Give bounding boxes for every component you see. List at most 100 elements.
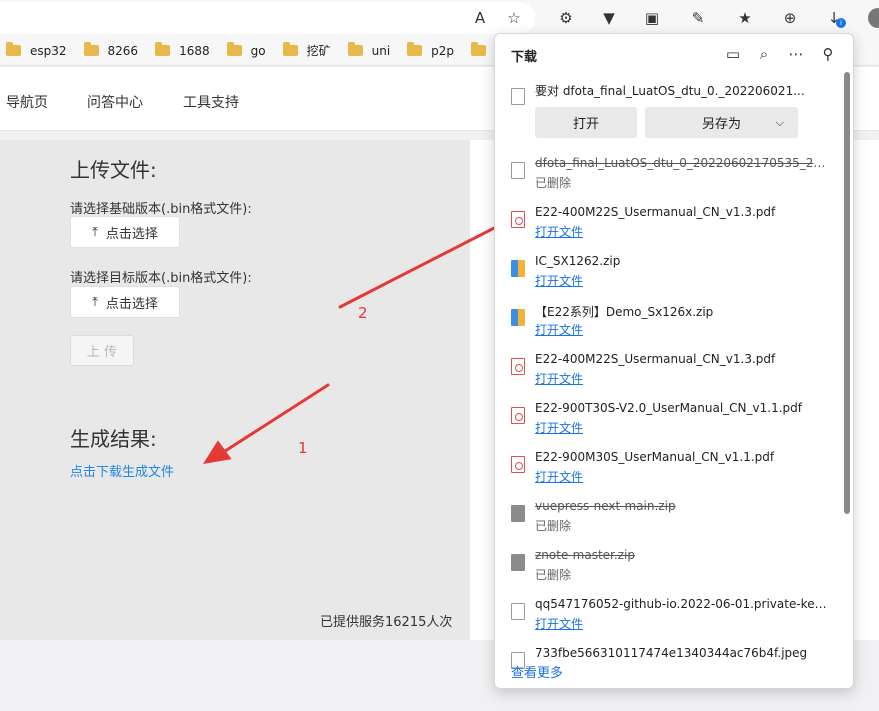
download-prompt-name: 要对 dfota_final_LuatOS_dtu_0._202206021..… [535, 84, 805, 98]
download-item-name: 733fbe566310117474e1340344ac76b4f.jpeg [535, 646, 808, 660]
download-item-name: E22-400M22S_Usermanual_CN_v1.3.pdf [535, 205, 776, 219]
bookmark-label: 8266 [107, 43, 139, 58]
read-aloud-icon[interactable]: A [470, 8, 490, 28]
folder-icon [471, 42, 487, 56]
upload-icon: ⤒ [92, 294, 98, 310]
file-icon [511, 88, 525, 105]
annotation-number-1: 1 [298, 439, 308, 457]
bookmark-label: p2p [431, 43, 455, 58]
download-item[interactable]: znote-master.zip 已删除 [495, 542, 840, 588]
download-item[interactable]: E22-400M22S_Usermanual_CN_v1.3.pdf 打开文件 [495, 199, 840, 245]
bookmark-item[interactable]: 1688 [155, 42, 210, 58]
open-file-link[interactable]: 打开文件 [535, 370, 583, 387]
download-item[interactable]: E22-900T30S-V2.0_UserManual_CN_v1.1.pdf 打… [495, 395, 840, 441]
see-more-link[interactable]: 查看更多 [511, 662, 563, 681]
select-base-label: 点击选择 [105, 226, 158, 242]
pin-icon[interactable]: ⚲ [818, 44, 838, 64]
favorite-add-icon[interactable]: ☆ [504, 8, 524, 28]
open-file-link[interactable]: 打开文件 [535, 468, 583, 485]
file-icon [511, 603, 525, 620]
archive-icon [511, 505, 525, 522]
folder-icon [347, 42, 363, 56]
bookmark-label: 1688 [179, 43, 210, 58]
collections-add-icon[interactable]: ⊕ [780, 8, 800, 28]
downloads-panel: 下载 ▭ ⌕ ⋯ ⚲ 要对 dfota_final_LuatOS_dtu_0._… [494, 33, 854, 689]
folder-icon [155, 42, 171, 56]
open-file-link[interactable]: 打开文件 [535, 223, 583, 240]
download-item[interactable]: E22-400M22S_Usermanual_CN_v1.3.pdf 打开文件 [495, 346, 840, 392]
upload-title: 上传文件: [70, 158, 157, 182]
file-icon [511, 162, 525, 179]
bookmark-item[interactable]: uni [347, 42, 391, 58]
deleted-status: 已删除 [535, 176, 572, 190]
extension-icon[interactable]: ⚙ [556, 8, 576, 28]
download-item-name: znote-master.zip [535, 548, 635, 562]
archive-icon [511, 554, 525, 571]
folder-icon [6, 42, 21, 56]
profile-icon[interactable] [868, 8, 879, 28]
open-file-link[interactable]: 打开文件 [535, 272, 583, 289]
annotation-number-2: 2 [358, 304, 368, 322]
nav-item-home[interactable]: 导航页 [6, 92, 48, 112]
downloads-title: 下载 [511, 50, 538, 65]
select-base-button[interactable]: ⤒ 点击选择 [70, 216, 180, 248]
open-button[interactable]: 打开 [535, 107, 637, 138]
bookmark-label: esp32 [30, 43, 67, 58]
download-item[interactable]: qq547176052-github-io.2022-06-01.private… [495, 591, 840, 637]
result-title: 生成结果: [70, 427, 157, 451]
upload-icon: ⤒ [92, 224, 98, 240]
bookmark-item[interactable]: esp32 [6, 42, 67, 58]
download-generated-link[interactable]: 点击下载生成文件 [70, 461, 174, 480]
bookmark-item[interactable]: p2p [407, 42, 455, 58]
collections-icon[interactable]: ▣ [642, 8, 662, 28]
download-item-name: 【E22系列】Demo_Sx126x.zip [535, 305, 714, 319]
favorites-icon[interactable]: ★ [735, 8, 755, 28]
more-options-icon[interactable]: ⋯ [786, 44, 806, 64]
download-item-name: dfota_final_LuatOS_dtu_0_20220602170535_… [535, 156, 831, 170]
nav-item-qa[interactable]: 问答中心 [87, 92, 143, 112]
download-item[interactable]: 【E22系列】Demo_Sx126x.zip 打开文件 [495, 297, 840, 343]
extensions-icon[interactable]: ✎ [688, 8, 708, 28]
pdf-file-icon [511, 407, 525, 424]
upload-button[interactable]: 上 传 [70, 335, 134, 366]
download-item[interactable]: vuepress-next-main.zip 已删除 [495, 493, 840, 539]
download-item-name: E22-900M30S_UserManual_CN_v1.1.pdf [535, 450, 775, 464]
bookmark-item[interactable]: 8266 [83, 42, 139, 58]
select-target-button[interactable]: ⤒ 点击选择 [70, 286, 180, 318]
pdf-file-icon [511, 211, 525, 228]
bookmark-label: uni [371, 43, 391, 58]
download-item-name: IC_SX1262.zip [535, 254, 621, 268]
browser-toolbar: A ☆ ⚙ ▼ ▣ ✎ ★ ⊕ ↓ i [0, 0, 879, 36]
download-item[interactable]: dfota_final_LuatOS_dtu_0_20220602170535_… [495, 150, 840, 196]
search-icon[interactable]: ⌕ [754, 44, 774, 64]
downloads-badge: i [836, 18, 846, 28]
save-as-button[interactable]: 另存为 ⌵ [645, 107, 798, 138]
open-folder-icon[interactable]: ▭ [723, 44, 743, 64]
served-count: 已提供服务16215人次 [320, 615, 453, 630]
bookmark-extension-icon[interactable]: ▼ [599, 8, 619, 28]
target-version-label: 请选择目标版本(.bin格式文件): [70, 271, 252, 286]
address-bar[interactable] [0, 2, 535, 34]
deleted-status: 已删除 [535, 519, 572, 533]
open-file-link[interactable]: 打开文件 [535, 321, 583, 338]
folder-icon [407, 42, 423, 56]
bookmark-item[interactable]: 挖矿 [282, 42, 331, 59]
bookmark-item[interactable]: go [226, 42, 266, 58]
pdf-file-icon [511, 358, 525, 375]
download-item[interactable]: E22-900M30S_UserManual_CN_v1.1.pdf 打开文件 [495, 444, 840, 490]
folder-icon [282, 42, 298, 56]
bookmark-label: 挖矿 [306, 44, 331, 58]
deleted-status: 已删除 [535, 568, 572, 582]
scrollbar[interactable] [844, 72, 850, 514]
download-item-name: E22-900T30S-V2.0_UserManual_CN_v1.1.pdf [535, 401, 802, 415]
save-as-label: 另存为 [701, 117, 741, 132]
download-item[interactable]: IC_SX1262.zip 打开文件 [495, 248, 840, 294]
nav-item-tools[interactable]: 工具支持 [183, 92, 239, 112]
download-item-name: qq547176052-github-io.2022-06-01.private… [535, 597, 831, 611]
chevron-down-icon[interactable]: ⌵ [776, 116, 784, 130]
download-item-name: vuepress-next-main.zip [535, 499, 676, 513]
open-file-link[interactable]: 打开文件 [535, 615, 583, 632]
folder-icon [226, 42, 242, 56]
open-file-link[interactable]: 打开文件 [535, 419, 583, 436]
folder-icon [83, 42, 99, 56]
